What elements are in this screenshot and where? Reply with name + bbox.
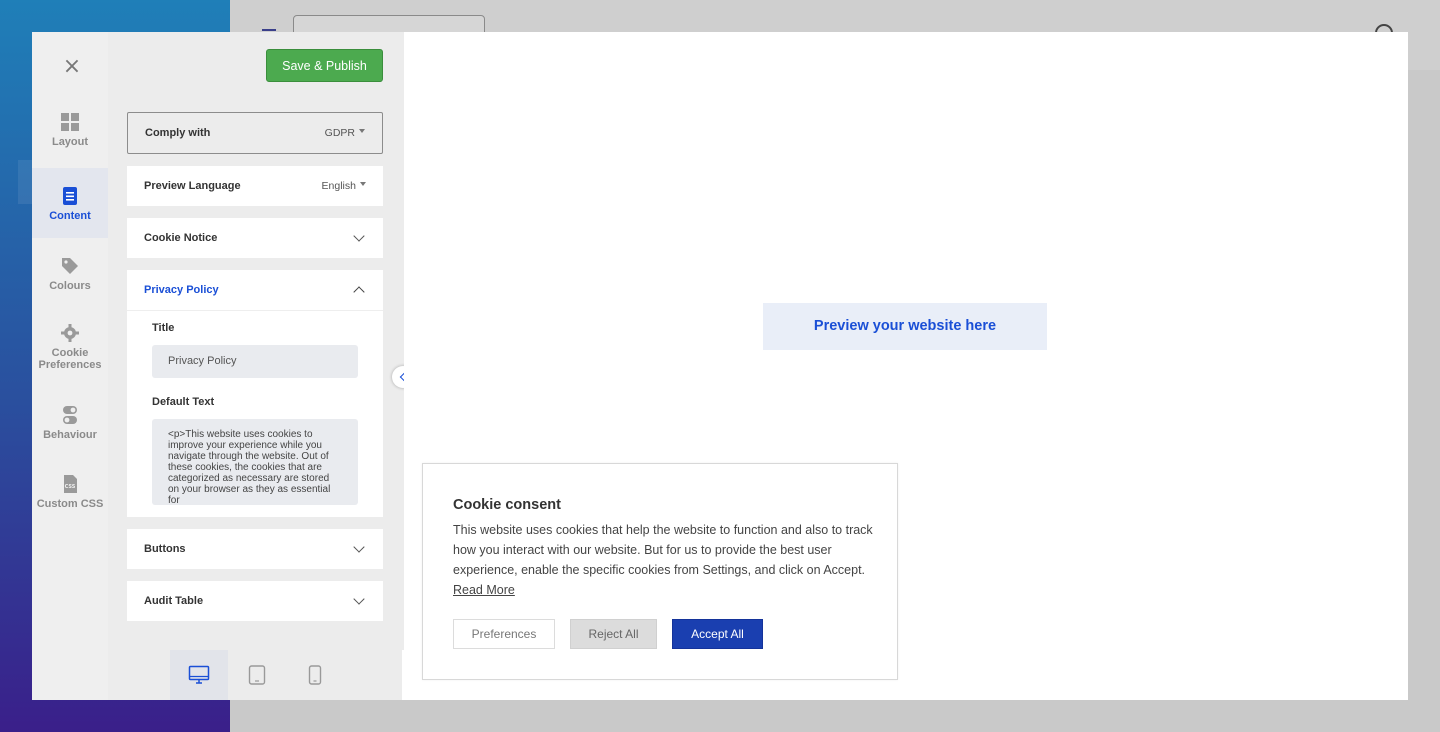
rail-item-label: Custom CSS <box>36 498 104 510</box>
gear-icon <box>61 324 79 342</box>
read-more-link[interactable]: Read More <box>453 583 515 597</box>
reject-all-button[interactable]: Reject All <box>570 619 657 649</box>
accordion-buttons[interactable]: Buttons <box>127 529 383 569</box>
default-text-textarea[interactable]: <p>This website uses cookies to improve … <box>152 419 358 505</box>
chevron-down-icon <box>353 541 365 553</box>
chevron-up-icon <box>353 286 365 298</box>
chevron-down-icon <box>353 230 365 242</box>
device-desktop-button[interactable] <box>170 650 228 700</box>
privacy-title-input[interactable]: Privacy Policy <box>152 345 358 378</box>
rail-item-label: Content <box>49 210 91 222</box>
rail-item-layout[interactable]: Layout <box>32 112 108 162</box>
preview-language-select[interactable]: Preview Language English <box>127 166 383 206</box>
comply-with-label: Comply with <box>145 127 211 139</box>
title-field-label: Title <box>152 322 175 334</box>
css-file-icon: CSS <box>64 475 77 493</box>
desktop-icon <box>188 665 210 684</box>
rail-item-cookie-preferences[interactable]: Cookie Preferences <box>32 323 108 383</box>
save-publish-button[interactable]: Save & Publish <box>266 49 383 82</box>
rail-item-custom-css[interactable]: CSS Custom CSS <box>32 474 108 534</box>
document-icon <box>63 187 77 205</box>
comply-with-value: GDPR <box>325 127 365 139</box>
cookie-banner-title: Cookie consent <box>453 497 561 513</box>
rail-item-colours[interactable]: Colours <box>32 256 108 306</box>
accordion-audit-table[interactable]: Audit Table <box>127 581 383 621</box>
preview-language-label: Preview Language <box>144 180 241 192</box>
rail-item-behaviour[interactable]: Behaviour <box>32 405 108 455</box>
comply-with-select[interactable]: Comply with GDPR <box>127 112 383 154</box>
accept-all-button[interactable]: Accept All <box>672 619 763 649</box>
grid-icon <box>61 113 79 131</box>
customizer-nav-rail: × Layout Content Colours Cookie Preferen… <box>32 32 108 700</box>
tag-icon <box>62 258 78 274</box>
close-icon[interactable]: × <box>60 56 84 80</box>
rail-item-label: Cookie Preferences <box>38 347 102 371</box>
chevron-down-icon <box>353 593 365 605</box>
accordion-cookie-notice[interactable]: Cookie Notice <box>127 218 383 258</box>
tablet-icon <box>248 665 266 685</box>
default-text-label: Default Text <box>152 396 215 408</box>
caret-down-icon <box>359 129 365 134</box>
website-preview-area: Preview your website here Cookie consent… <box>404 32 1408 700</box>
mobile-icon <box>308 665 322 685</box>
accordion-privacy-policy-header[interactable]: Privacy Policy <box>127 270 383 311</box>
cookie-banner-body: This website uses cookies that help the … <box>453 523 873 597</box>
customizer-modal: × Layout Content Colours Cookie Preferen… <box>32 32 1408 700</box>
svg-text:CSS: CSS <box>65 484 76 490</box>
device-tablet-button[interactable] <box>228 650 286 700</box>
preview-placeholder: Preview your website here <box>763 303 1047 350</box>
rail-item-label: Behaviour <box>43 429 97 441</box>
accordion-label: Buttons <box>144 543 186 555</box>
rail-item-content[interactable]: Content <box>32 168 108 238</box>
settings-panel: Save & Publish Comply with GDPR Preview … <box>108 32 404 650</box>
accordion-label: Cookie Notice <box>144 232 218 244</box>
preferences-button[interactable]: Preferences <box>453 619 555 649</box>
rail-item-label: Layout <box>51 136 89 148</box>
accordion-label: Audit Table <box>144 595 204 607</box>
rail-item-label: Colours <box>49 280 91 292</box>
accordion-privacy-policy: Privacy Policy Title Privacy Policy Defa… <box>127 270 383 517</box>
toggle-icon <box>63 406 77 424</box>
accordion-label: Privacy Policy <box>144 284 219 296</box>
device-mobile-button[interactable] <box>286 650 344 700</box>
cookie-consent-banner: Cookie consent This website uses cookies… <box>422 463 898 680</box>
caret-down-icon <box>360 182 366 187</box>
device-switcher <box>108 650 402 700</box>
preview-language-value: English <box>322 180 366 192</box>
